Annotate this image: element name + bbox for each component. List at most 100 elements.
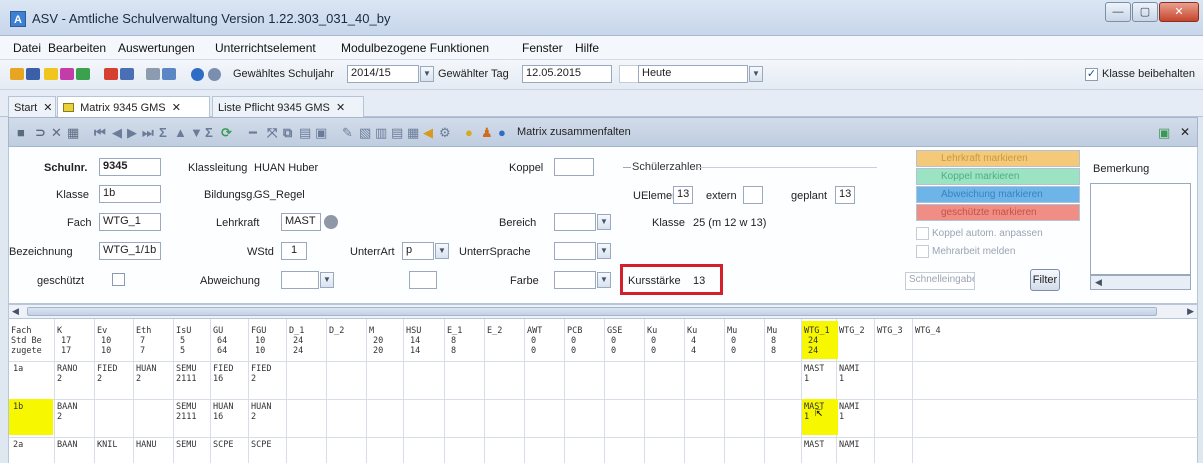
tab-close-icon[interactable]: ✕ [172, 102, 181, 114]
scroll-left-icon[interactable]: ◀ [12, 306, 19, 317]
prev-icon[interactable]: ◀ [112, 126, 122, 139]
unterrart-dropdown[interactable]: ▼ [435, 243, 449, 259]
grid-cell-teacher[interactable]: BAAN [57, 440, 77, 450]
table-icon[interactable]: ▦ [67, 126, 79, 139]
grid-cell-teacher[interactable]: BAAN [57, 402, 77, 412]
grid-cell-teacher[interactable]: KNIL [97, 440, 117, 450]
unterrart-field[interactable]: p [402, 242, 434, 260]
delete-icon[interactable]: ✕ [51, 126, 62, 139]
grid-col-header[interactable]: D_1 [289, 326, 304, 336]
clipboard-icon[interactable]: ▣ [315, 126, 327, 139]
grid-cell-teacher[interactable]: NAMI [839, 440, 859, 450]
grid-row-klasse[interactable]: 1a [13, 364, 23, 374]
help2-icon[interactable]: ● [498, 126, 506, 139]
koppel-field[interactable] [554, 158, 594, 176]
grid-col-header[interactable]: D_2 [329, 326, 344, 336]
tool-icon-9[interactable] [162, 68, 176, 80]
sort-down-icon[interactable]: ▼ [190, 126, 203, 139]
sort-up-icon[interactable]: ▲ [174, 126, 187, 139]
grid-col-header[interactable]: Ev [97, 326, 107, 336]
grid-cell-hours[interactable]: 2111 [176, 374, 196, 384]
grid-col-header[interactable]: GU [213, 326, 223, 336]
grid-cell-teacher[interactable]: FIED [251, 364, 271, 374]
schuljahr-dropdown[interactable]: ▼ [420, 66, 434, 82]
extern-field[interactable] [743, 186, 763, 204]
refresh-icon[interactable]: ⟳ [221, 126, 232, 139]
grid-cell-hours[interactable]: 16 [213, 374, 223, 384]
grid-cell-teacher[interactable]: RANO [57, 364, 77, 374]
grid-cell-teacher[interactable]: SEMU [176, 402, 196, 412]
tab-liste-pflicht[interactable]: Liste Pflicht 9345 GMS ✕ [212, 96, 364, 117]
tool-icon-7[interactable] [120, 68, 134, 80]
grid-cell-hours[interactable]: 1 [804, 412, 809, 422]
grid-cell-teacher[interactable]: HUAN [213, 402, 233, 412]
menu-auswertungen[interactable]: Auswertungen [118, 41, 195, 55]
grid-cell-teacher[interactable]: SCPE [251, 440, 271, 450]
heute-field[interactable]: Heute [638, 65, 748, 83]
grid-col-header[interactable]: WTG_1 [804, 326, 830, 336]
farbe-dropdown[interactable]: ▼ [597, 272, 611, 288]
grid-icon[interactable]: ▦ [407, 126, 419, 139]
print-icon[interactable]: ▥ [375, 126, 387, 139]
grid-col-header[interactable]: FGU [251, 326, 266, 336]
koppel-markieren-button[interactable]: Koppel markieren [916, 168, 1080, 185]
menu-fenster[interactable]: Fenster [522, 41, 563, 55]
grid-cell-teacher[interactable]: HANU [136, 440, 156, 450]
save-icon[interactable]: ■ [17, 126, 25, 139]
next-icon[interactable]: ▶ [127, 126, 137, 139]
unterrsprache-field[interactable] [554, 242, 596, 260]
grid-col-header[interactable]: Mu [727, 326, 737, 336]
bulb-icon[interactable]: ● [465, 126, 473, 139]
tool-icon-6[interactable] [104, 68, 118, 80]
pencil-icon[interactable]: ✎ [342, 126, 353, 139]
grid-cell-hours[interactable]: 1 [804, 374, 809, 384]
menu-hilfe[interactable]: Hilfe [575, 41, 599, 55]
grid-cell-hours[interactable]: 2 [57, 412, 62, 422]
farbe-field[interactable] [554, 271, 596, 289]
bemerkung-textarea[interactable] [1090, 183, 1191, 275]
grid-col-header[interactable]: GSE [607, 326, 622, 336]
settings-icon[interactable]: ⚙ [439, 126, 451, 139]
grid-col-header[interactable]: Ku [647, 326, 657, 336]
tool-icon-3[interactable] [44, 68, 58, 80]
klasse-beibehalten-checkbox[interactable]: ✓ [1085, 68, 1098, 81]
tool-icon-5[interactable] [76, 68, 90, 80]
grid-cell-teacher[interactable]: HUAN [251, 402, 271, 412]
fach-field[interactable]: WTG_1 [99, 213, 161, 231]
paste-icon[interactable]: ▤ [299, 126, 311, 139]
grid-cell-teacher[interactable]: MAST [804, 364, 824, 374]
bemerkung-scrollbar[interactable]: ◀ [1090, 275, 1191, 290]
grid-cell-hours[interactable]: 2 [251, 374, 256, 384]
minimize-button[interactable]: — [1105, 2, 1131, 22]
tool-icon-4[interactable] [60, 68, 74, 80]
grid-col-header[interactable]: E_1 [447, 326, 462, 336]
menu-unterrichtselement[interactable]: Unterrichtselement [215, 41, 316, 55]
abweichung-field[interactable] [281, 271, 319, 289]
grid-cell-hours[interactable]: 2 [251, 412, 256, 422]
geschuetzte-markieren-button[interactable]: geschützte markieren [916, 204, 1080, 221]
matrix-zusammenfalten-button[interactable]: Matrix zusammenfalten [517, 126, 631, 138]
grid-col-header[interactable]: Eth [136, 326, 151, 336]
info-icon[interactable] [191, 68, 204, 81]
grid-col-header[interactable]: Ku [687, 326, 697, 336]
horizontal-scrollbar[interactable]: ◀ ▶ [8, 304, 1198, 319]
first-icon[interactable]: ⏮ [94, 126, 106, 139]
menu-modulbezogene-funktionen[interactable]: Modulbezogene Funktionen [341, 41, 489, 55]
menu-datei[interactable]: Datei [13, 41, 41, 55]
scroll-thumb[interactable] [27, 307, 1157, 316]
filter-button[interactable]: Filter [1030, 269, 1060, 291]
excel-icon[interactable]: ▣ [1158, 126, 1170, 139]
schulnr-field[interactable]: 9345 [99, 158, 161, 176]
tool-icon-1[interactable] [10, 68, 24, 80]
koppel-autom-checkbox[interactable] [916, 227, 929, 240]
copy-icon[interactable]: ⧉ [283, 126, 292, 139]
bereich-dropdown[interactable]: ▼ [597, 214, 611, 230]
help-icon[interactable] [208, 68, 221, 81]
tab-matrix[interactable]: Matrix 9345 GMS ✕ [57, 96, 210, 117]
minus-icon[interactable]: ━ [249, 126, 257, 139]
heute-dropdown[interactable]: ▼ [749, 66, 763, 82]
users-icon[interactable]: ♟ [481, 126, 493, 139]
unterrsprache-dropdown[interactable]: ▼ [597, 243, 611, 259]
maximize-button[interactable]: ▢ [1132, 2, 1158, 22]
grid-col-header[interactable]: HSU [406, 326, 421, 336]
